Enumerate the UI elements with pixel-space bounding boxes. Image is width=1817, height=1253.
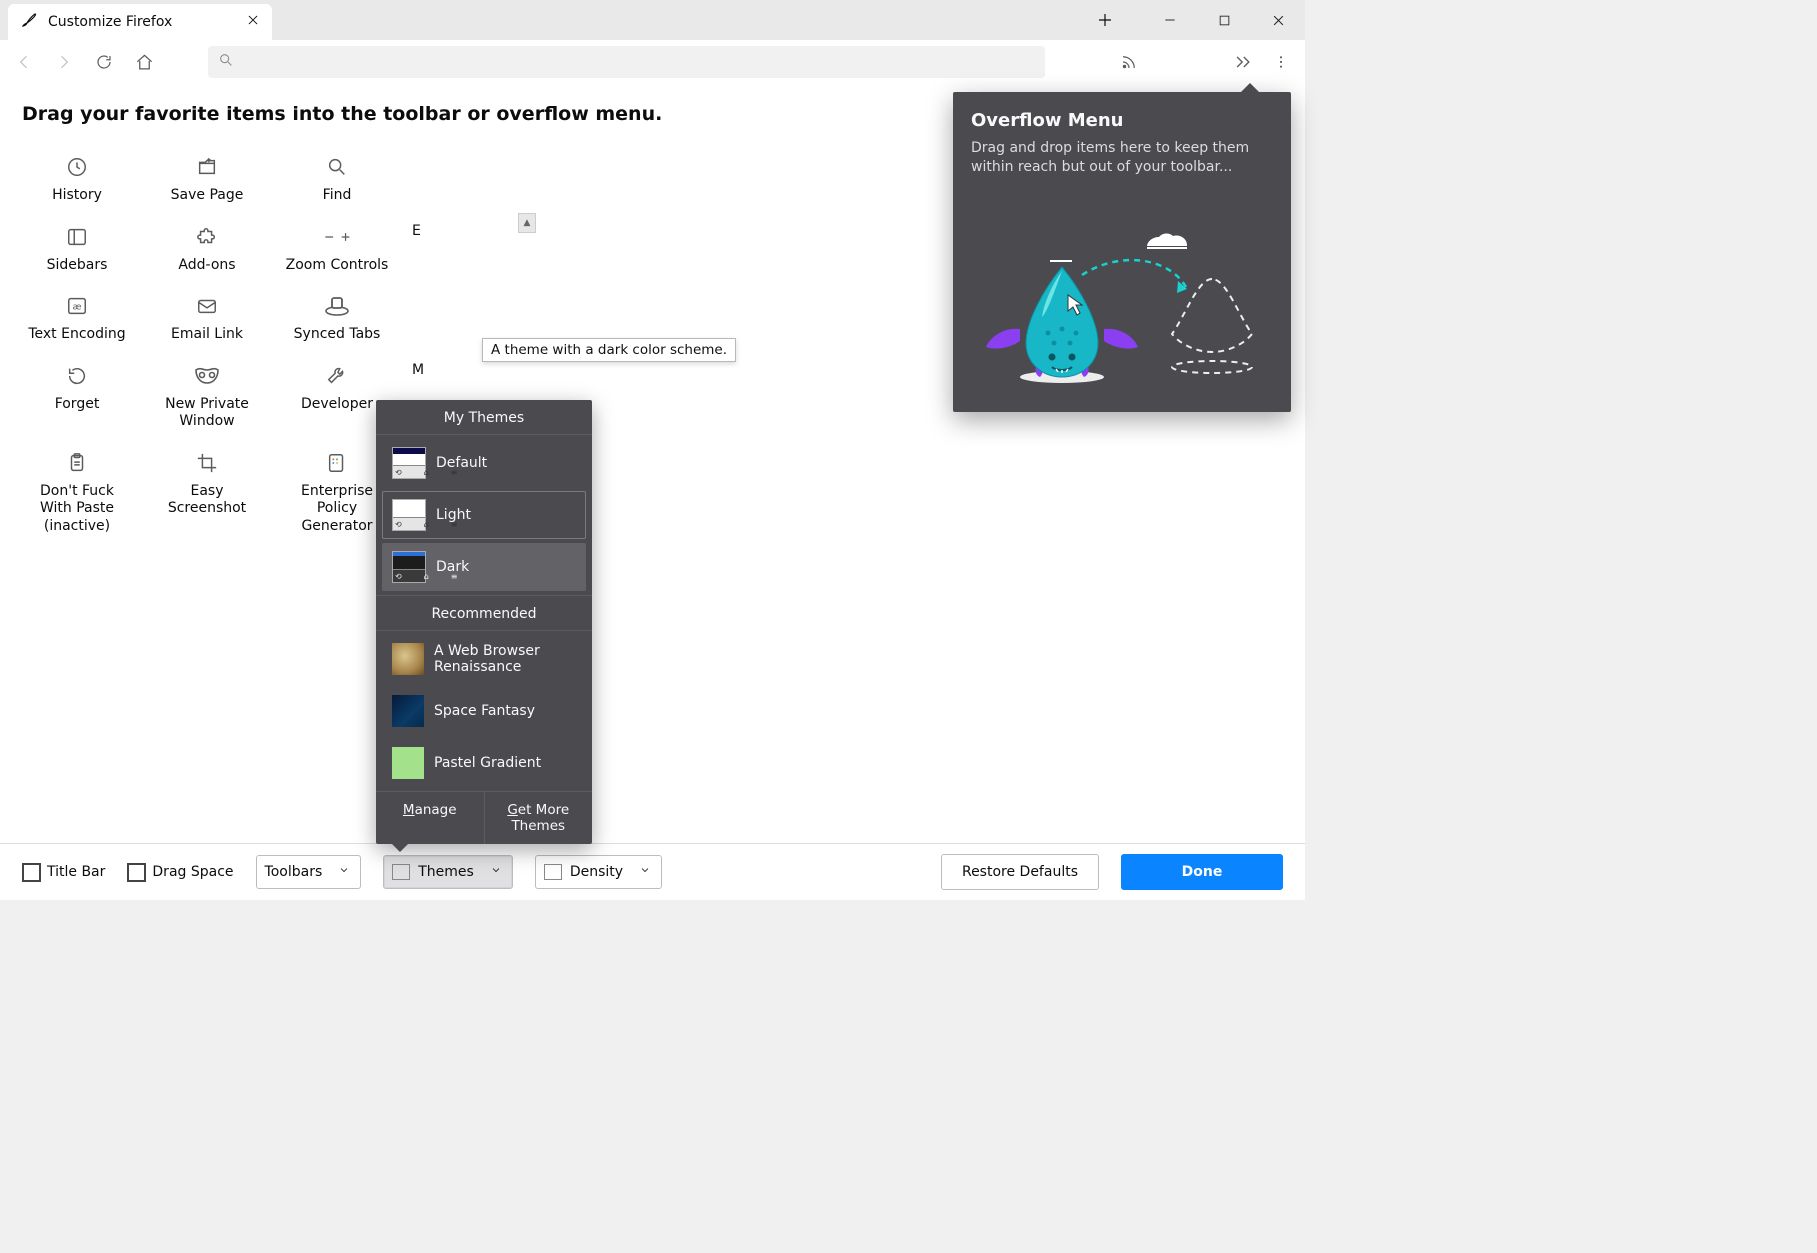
maximize-button[interactable] (1201, 4, 1247, 36)
clock-icon (63, 153, 91, 181)
checkbox-icon (22, 863, 41, 882)
themes-footer: Manage Get More Themes (376, 791, 592, 844)
zoom-controls-icon (323, 223, 351, 251)
theme-default[interactable]: ⟲⌂≡ Default (382, 439, 586, 487)
theme-renaissance[interactable]: A Web Browser Renaissance (382, 635, 586, 683)
dragspace-checkbox[interactable]: Drag Space (127, 863, 233, 882)
theme-tooltip: A theme with a dark color scheme. (482, 338, 736, 362)
nav-toolbar (0, 40, 1305, 85)
wrench-icon (323, 362, 351, 390)
titlebar-checkbox[interactable]: Title Bar (22, 863, 105, 882)
palette-item-partial-e[interactable]: E (412, 223, 522, 275)
app-menu-icon[interactable] (1265, 46, 1297, 78)
palette-item-text-encoding[interactable]: æ Text Encoding (22, 292, 132, 344)
theme-thumbnail (392, 695, 424, 727)
palette-item-synced-tabs[interactable]: Synced Tabs (282, 292, 392, 344)
themes-popup: My Themes ⟲⌂≡ Default ⟲⌂≡ Light ⟲⌂≡ Dark… (376, 400, 592, 844)
theme-label: Space Fantasy (434, 703, 535, 719)
svg-text:æ: æ (73, 302, 82, 313)
enterprise-policy-icon (323, 449, 351, 477)
theme-label: Default (436, 455, 487, 471)
palette-item-addons[interactable]: Add-ons (152, 223, 262, 275)
done-button[interactable]: Done (1121, 854, 1283, 890)
themes-get-more-button[interactable]: Get More Themes (485, 792, 593, 844)
rss-icon[interactable] (1113, 46, 1145, 78)
magnifier-icon (323, 153, 351, 181)
themes-recommended-header: Recommended (376, 595, 592, 631)
themes-dropdown[interactable]: Themes (383, 855, 513, 889)
customize-footer: Title Bar Drag Space Toolbars Themes Den… (0, 843, 1305, 900)
paint-brush-icon (20, 11, 38, 33)
themes-my-header: My Themes (376, 400, 592, 435)
close-tab-icon[interactable] (246, 13, 260, 31)
themes-manage-button[interactable]: Manage (376, 792, 485, 844)
density-dropdown[interactable]: Density (535, 855, 662, 889)
palette-item-find[interactable]: Find (282, 153, 392, 205)
url-bar[interactable] (208, 46, 1045, 78)
palette-item-private-window[interactable]: New Private Window (152, 362, 262, 431)
tab-title: Customize Firefox (48, 14, 172, 30)
synced-tabs-icon (323, 292, 351, 320)
puzzle-icon (193, 223, 221, 251)
theme-space-fantasy[interactable]: Space Fantasy (382, 687, 586, 735)
theme-label: Pastel Gradient (434, 755, 541, 771)
close-window-button[interactable] (1255, 4, 1301, 36)
theme-thumbnail (392, 747, 424, 779)
tab-strip: Customize Firefox (0, 0, 1305, 40)
palette-item-dfwp[interactable]: Don't Fuck With Paste (inactive) (22, 449, 132, 536)
minimize-button[interactable] (1147, 4, 1193, 36)
theme-mini-icon (392, 864, 410, 880)
palette-item-sidebars[interactable]: Sidebars (22, 223, 132, 275)
checkbox-icon (127, 863, 146, 882)
palette-item-zoom[interactable]: Zoom Controls (282, 223, 392, 275)
browser-tab[interactable]: Customize Firefox (8, 4, 272, 40)
toolbars-dropdown[interactable]: Toolbars (256, 855, 362, 889)
palette-item-forget[interactable]: Forget (22, 362, 132, 431)
search-icon (218, 52, 234, 72)
theme-pastel-gradient[interactable]: Pastel Gradient (382, 739, 586, 787)
back-button[interactable] (8, 46, 40, 78)
restore-defaults-button[interactable]: Restore Defaults (941, 854, 1099, 890)
chevron-down-icon (490, 864, 502, 880)
reload-button[interactable] (88, 46, 120, 78)
overflow-chevron-icon[interactable] (1227, 46, 1259, 78)
palette-item-email-link[interactable]: Email Link (152, 292, 262, 344)
crop-icon (193, 449, 221, 477)
theme-thumbnail (392, 643, 424, 675)
overflow-title: Overflow Menu (971, 110, 1273, 131)
scroll-up-indicator[interactable]: ▲ (518, 213, 536, 233)
overflow-illustration (953, 224, 1291, 404)
save-page-icon (193, 153, 221, 181)
forward-button[interactable] (48, 46, 80, 78)
overflow-panel[interactable]: Overflow Menu Drag and drop items here t… (953, 92, 1291, 412)
clipboard-icon (63, 449, 91, 477)
new-tab-button[interactable] (1091, 6, 1119, 34)
window-controls (1091, 0, 1301, 40)
theme-light[interactable]: ⟲⌂≡ Light (382, 491, 586, 539)
overflow-text: Drag and drop items here to keep them wi… (971, 139, 1273, 177)
sidebar-icon (63, 223, 91, 251)
chevron-down-icon (639, 864, 651, 880)
mask-icon (193, 362, 221, 390)
mail-icon (193, 292, 221, 320)
theme-dark[interactable]: ⟲⌂≡ Dark (382, 543, 586, 591)
home-button[interactable] (128, 46, 160, 78)
palette-item-history[interactable]: History (22, 153, 132, 205)
forget-icon (63, 362, 91, 390)
density-mini-icon (544, 864, 562, 880)
text-encoding-icon: æ (63, 292, 91, 320)
palette-item-save-page[interactable]: Save Page (152, 153, 262, 205)
theme-label: A Web Browser Renaissance (434, 643, 576, 675)
chevron-down-icon (338, 864, 350, 880)
palette-item-screenshot[interactable]: Easy Screenshot (152, 449, 262, 536)
